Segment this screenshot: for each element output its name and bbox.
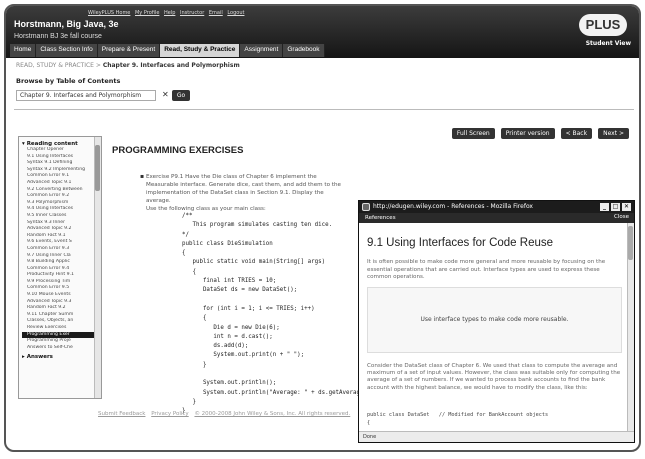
- close-icon[interactable]: ✕: [622, 203, 631, 211]
- toc-item[interactable]: Productivity Hint 9.1: [22, 272, 94, 279]
- popup-paragraph-1: It is often possible to make code more g…: [367, 259, 606, 280]
- popup-titlebar[interactable]: http://edugen.wiley.com - References - M…: [359, 201, 634, 213]
- toolbar: Full Screen Printer version < Back Next …: [451, 128, 629, 139]
- top-links: WileyPLUS Home My Profile Help Instructo…: [88, 10, 247, 16]
- tab-gradebook[interactable]: Gradebook: [283, 44, 325, 57]
- privacy-link[interactable]: Privacy Policy: [151, 411, 188, 417]
- toc-item[interactable]: 9.2 Converting Between: [22, 187, 94, 194]
- toplink-instructor[interactable]: Instructor: [180, 10, 204, 16]
- divider: [14, 109, 634, 110]
- toc-item[interactable]: 9.9 Processing Tim: [22, 279, 94, 286]
- plus-logo: PLUS: [579, 14, 627, 36]
- next-button[interactable]: Next >: [598, 128, 629, 139]
- full-screen-button[interactable]: Full Screen: [451, 128, 495, 139]
- toc-item[interactable]: Advanced Topic 9.3: [22, 299, 94, 306]
- popup-heading: 9.1 Using Interfaces for Code Reuse: [367, 237, 554, 249]
- popup-close-link[interactable]: Close: [614, 214, 629, 220]
- minimize-icon[interactable]: _: [600, 203, 609, 211]
- toplink-email[interactable]: Email: [209, 10, 223, 16]
- maximize-icon[interactable]: □: [611, 203, 620, 211]
- toplink-logout[interactable]: Logout: [227, 10, 244, 16]
- tab-assignment[interactable]: Assignment: [240, 44, 284, 57]
- toc-item[interactable]: Classes, Objects, an: [22, 318, 94, 325]
- breadcrumb-trail[interactable]: READ, STUDY & PRACTICE >: [16, 62, 101, 69]
- back-button[interactable]: < Back: [560, 128, 593, 139]
- browse-title: Browse by Table of Contents: [16, 77, 121, 85]
- toc-heading-2[interactable]: ▸ Answers: [22, 354, 94, 360]
- toc-item[interactable]: Review Exercises: [22, 325, 94, 332]
- toc-sidebar: ▾ Reading content Chapter Opener 9.1 Usin…: [18, 136, 102, 399]
- tab-read-study-practice[interactable]: Read, Study & Practice: [160, 44, 241, 57]
- toc-item[interactable]: 9.1 Using Interfaces: [22, 154, 94, 161]
- toc-item[interactable]: Syntax 9.2 Implementing: [22, 167, 94, 174]
- course-name: Horstmann BJ 3e fall course: [14, 33, 102, 40]
- main-nav: Home Class Section Info Prepare & Presen…: [10, 44, 325, 57]
- toc-item[interactable]: Common Error 9.1: [22, 173, 94, 180]
- printer-version-button[interactable]: Printer version: [500, 128, 555, 139]
- toc-item[interactable]: 9.6 Events, Event S: [22, 239, 94, 246]
- toc-item[interactable]: Answers to Self-Che: [22, 345, 94, 352]
- page-title: PROGRAMMING EXERCISES: [112, 145, 244, 156]
- popup-references-bar: References: [359, 213, 634, 223]
- toc-item[interactable]: Advanced Topic 9.1: [22, 180, 94, 187]
- toc-item[interactable]: Syntax 9.1 Defining: [22, 160, 94, 167]
- exercise-statement: Exercise P9.1 Have the Die class of Chap…: [146, 174, 341, 204]
- tab-prepare-present[interactable]: Prepare & Present: [97, 44, 161, 57]
- toc-item[interactable]: Random Fact 9.2: [22, 305, 94, 312]
- toc-list: ▾ Reading content Chapter Opener 9.1 Usin…: [22, 141, 94, 360]
- toc-item[interactable]: Common Error 9.4: [22, 266, 94, 273]
- breadcrumb: READ, STUDY & PRACTICE > Chapter 9. Inte…: [16, 62, 240, 69]
- references-popup-window: http://edugen.wiley.com - References - M…: [358, 200, 635, 443]
- popup-scrollbar[interactable]: [627, 223, 634, 432]
- sidebar-scrollbar[interactable]: [94, 137, 101, 398]
- copyright-link[interactable]: © 2000-2008 John Wiley & Sons, Inc. All …: [194, 411, 350, 417]
- clear-icon[interactable]: ✕: [162, 90, 169, 99]
- toc-item[interactable]: Common Error 9.3: [22, 246, 94, 253]
- toc-item[interactable]: 9.7 Using Inner Cla: [22, 253, 94, 260]
- popup-window-title: http://edugen.wiley.com - References - M…: [373, 203, 533, 210]
- toplink-home[interactable]: WileyPLUS Home: [88, 10, 130, 16]
- toplink-help[interactable]: Help: [164, 10, 175, 16]
- toc-item[interactable]: Random Fact 9.1: [22, 233, 94, 240]
- toc-item[interactable]: 9.10 Mouse Events: [22, 292, 94, 299]
- site-header: WileyPLUS Home My Profile Help Instructo…: [6, 6, 639, 58]
- popup-callout-text: Use interface types to make code more re…: [420, 316, 569, 323]
- tab-class-section-info[interactable]: Class Section Info: [36, 44, 98, 57]
- feedback-link[interactable]: Submit Feedback: [98, 411, 145, 417]
- popup-paragraph-2: Consider the DataSet class of Chapter 6.…: [367, 363, 621, 391]
- toplink-profile[interactable]: My Profile: [135, 10, 159, 16]
- toc-item[interactable]: Chapter Opener: [22, 147, 94, 154]
- toc-item[interactable]: Advanced Topic 9.2: [22, 226, 94, 233]
- toc-item[interactable]: 9.4 Using Interfaces: [22, 206, 94, 213]
- bullet-icon: ▪: [140, 173, 145, 180]
- window-controls: _ □ ✕: [600, 203, 631, 211]
- breadcrumb-current: Chapter 9. Interfaces and Polymorphism: [102, 62, 240, 69]
- popup-scroll-thumb[interactable]: [628, 226, 633, 260]
- browser-content: WileyPLUS Home My Profile Help Instructo…: [4, 4, 641, 452]
- footer: Submit Feedback Privacy Policy © 2000-20…: [98, 411, 354, 417]
- exercise-text: Exercise P9.1 Have the Die class of Chap…: [146, 173, 346, 213]
- toc-item[interactable]: Syntax 9.3 Inner: [22, 220, 94, 227]
- code-listing: /** This program simulates casting ten d…: [182, 213, 378, 415]
- popup-callout-box: Use interface types to make code more re…: [367, 287, 622, 353]
- toc-heading-2-label: Answers: [26, 354, 53, 361]
- toc-item[interactable]: 9.5 Inner Classes: [22, 213, 94, 220]
- toc-item[interactable]: Common Error 9.2: [22, 193, 94, 200]
- firefox-icon: [362, 203, 370, 211]
- toc-item[interactable]: Programming Exer: [22, 331, 94, 339]
- toc-item[interactable]: Common Error 9.5: [22, 285, 94, 292]
- tab-home[interactable]: Home: [10, 44, 37, 57]
- sidebar-scroll-thumb[interactable]: [95, 145, 100, 191]
- toc-item[interactable]: 9.11 Chapter Summ: [22, 312, 94, 319]
- student-view-link[interactable]: Student View: [586, 40, 631, 47]
- toc-item[interactable]: 9.8 Building Applic: [22, 259, 94, 266]
- toc-item[interactable]: 9.3 Polymorphism: [22, 200, 94, 207]
- toc-item[interactable]: Programming Proje: [22, 338, 94, 345]
- chapter-select[interactable]: Chapter 9. Interfaces and Polymorphism: [16, 90, 156, 101]
- go-button[interactable]: Go: [172, 90, 190, 101]
- user-name: Horstmann, Big Java, 3e: [14, 19, 119, 29]
- popup-status-bar: Done: [359, 431, 634, 442]
